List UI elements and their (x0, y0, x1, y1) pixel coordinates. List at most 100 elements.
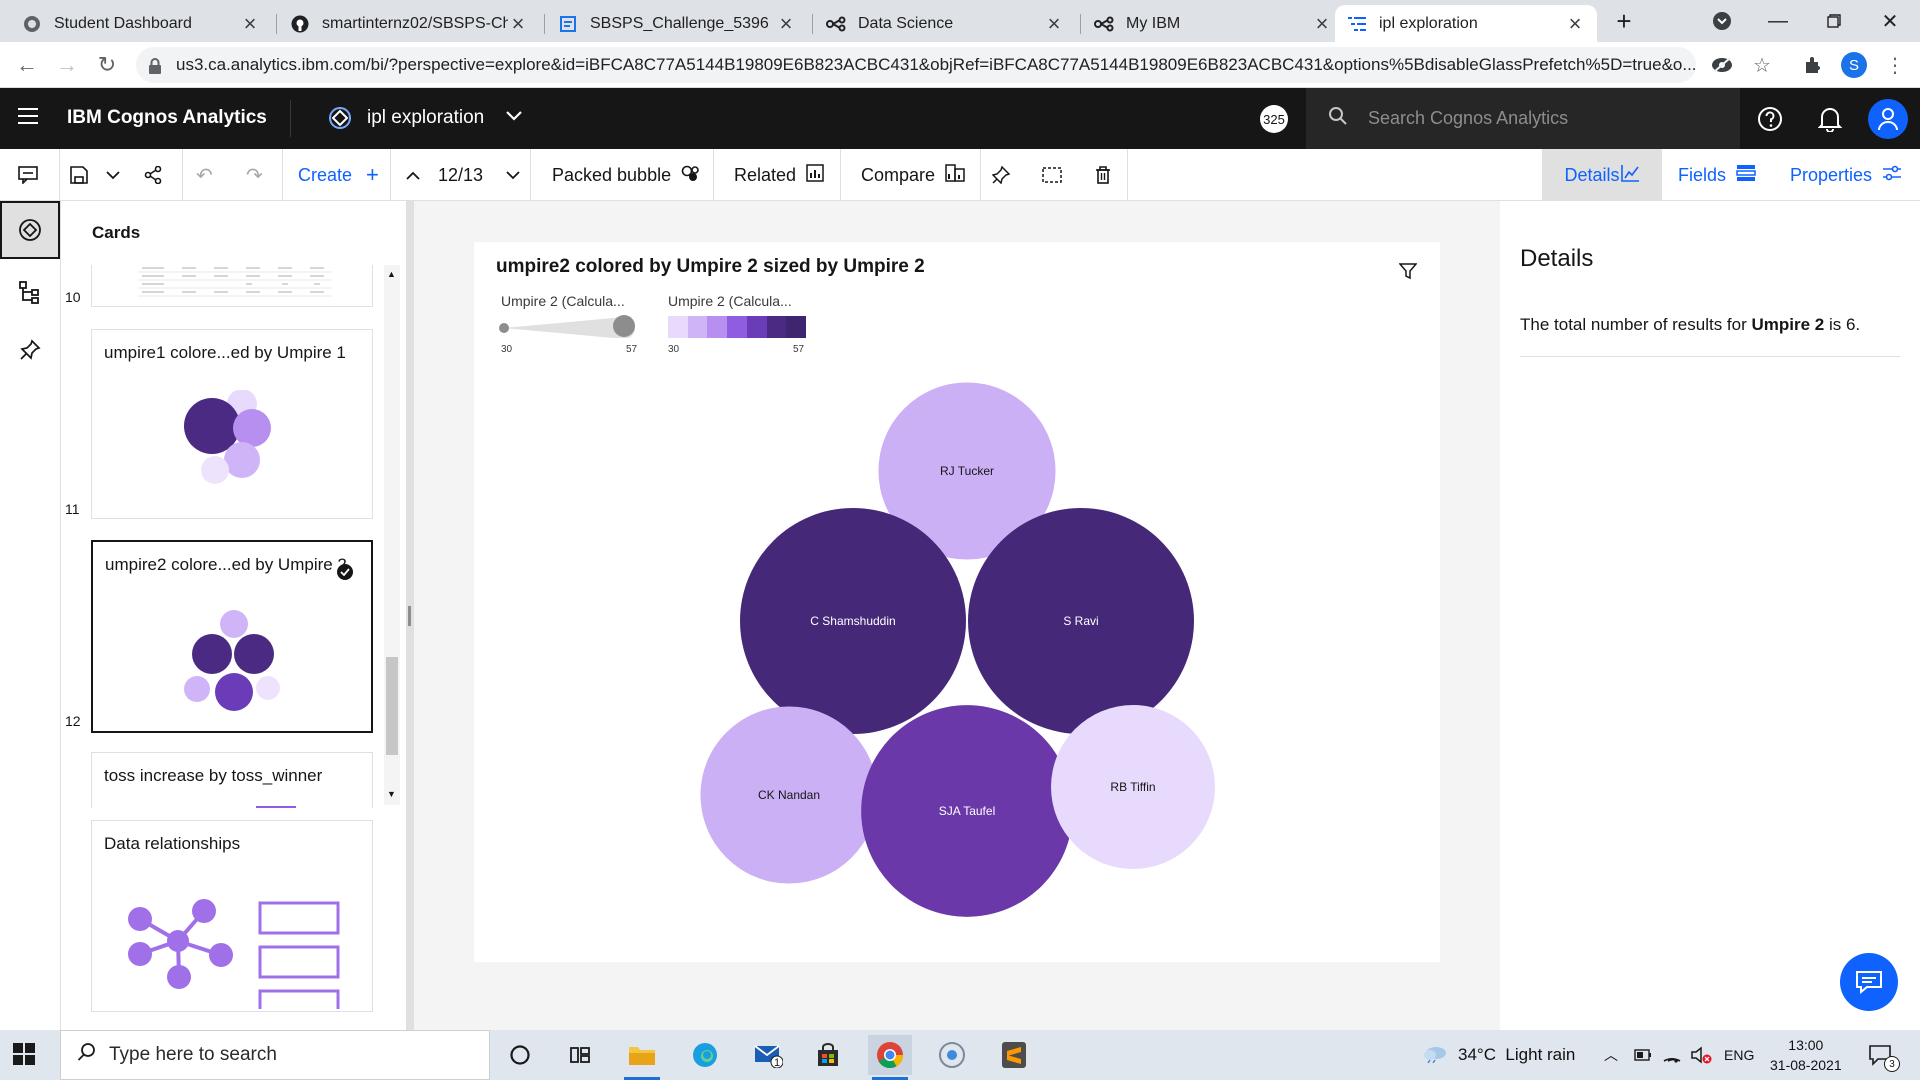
tab-search-icon[interactable] (1694, 0, 1750, 42)
task-view-icon[interactable] (558, 1035, 602, 1075)
close-window-icon[interactable]: ✕ (1862, 0, 1918, 42)
browser-tab[interactable]: Student Dashboard × (10, 5, 272, 42)
pin-icon[interactable] (0, 321, 60, 379)
document-icon (558, 14, 578, 34)
user-avatar-icon[interactable] (1868, 99, 1908, 139)
chevron-down-icon[interactable] (505, 106, 523, 127)
browser-tab[interactable]: Data Science × (814, 5, 1076, 42)
scroll-up-icon[interactable]: ▲ (387, 269, 396, 279)
notification-count-badge[interactable]: 325 (1260, 105, 1288, 133)
app-brand: IBM Cognos Analytics (67, 107, 267, 128)
visualization-card[interactable]: umpire2 colored by Umpire 2 sized by Ump… (474, 242, 1440, 962)
cortana-icon[interactable] (498, 1035, 542, 1075)
search-input[interactable] (1368, 108, 1708, 129)
cards-view-icon[interactable] (0, 201, 60, 259)
notifications-bell-icon[interactable] (1812, 101, 1848, 137)
mail-icon[interactable]: 1 (746, 1035, 790, 1075)
minimize-icon[interactable]: — (1750, 0, 1806, 42)
redo-icon[interactable]: ↷ (246, 149, 263, 201)
hierarchy-tree-icon[interactable] (0, 263, 60, 321)
tracking-off-icon[interactable] (1707, 50, 1737, 80)
close-tab-icon[interactable]: × (1312, 11, 1332, 37)
help-icon[interactable] (1752, 101, 1788, 137)
chevron-up-icon[interactable] (406, 149, 420, 201)
browser-tab-active[interactable]: ipl exploration × (1335, 5, 1597, 42)
pin-icon[interactable] (992, 149, 1010, 201)
language-indicator[interactable]: ENG (1724, 1030, 1754, 1080)
compare-button[interactable]: Compare (861, 149, 965, 201)
scrollbar-thumb[interactable] (386, 657, 398, 755)
close-tab-icon[interactable]: × (508, 11, 528, 37)
share-icon[interactable] (144, 149, 162, 201)
properties-tab-label: Properties (1790, 164, 1873, 185)
battery-icon[interactable] (1634, 1030, 1652, 1080)
related-button[interactable]: Related (734, 149, 824, 201)
create-button[interactable]: Create + (298, 149, 379, 201)
tab-properties[interactable]: Properties (1790, 149, 1902, 201)
chevron-down-icon[interactable] (106, 149, 120, 201)
data-relationships-card[interactable]: Data relationships (91, 820, 373, 1012)
browser-menu-icon[interactable]: ⋮ (1880, 50, 1910, 80)
edge-browser-icon[interactable] (683, 1035, 727, 1075)
bookmark-star-icon[interactable]: ☆ (1747, 50, 1777, 80)
chevron-down-icon[interactable] (506, 149, 520, 201)
action-center-icon[interactable]: 3 (1868, 1030, 1900, 1080)
card-thumbnail[interactable] (91, 265, 373, 307)
comment-icon[interactable] (18, 149, 38, 201)
browser-tab[interactable]: smartinternz02/SBSPS-Chall × (278, 5, 540, 42)
mail-badge: 1 (774, 1057, 781, 1069)
sliders-icon (1882, 164, 1902, 187)
visualization-type-button[interactable]: Packed bubble (552, 149, 701, 201)
global-search[interactable] (1306, 88, 1740, 149)
github-icon (290, 14, 310, 34)
tab-title: SBSPS_Challenge_5396 (590, 14, 769, 32)
tab-details[interactable]: Details (1542, 149, 1662, 201)
delete-icon[interactable] (1095, 149, 1111, 201)
clock[interactable]: 13:00 31-08-2021 (1770, 1030, 1842, 1080)
wifi-icon[interactable] (1662, 1030, 1682, 1080)
cards-scrollbar[interactable]: ▲ ▼ (384, 265, 400, 805)
back-icon[interactable]: ← (12, 50, 42, 80)
store-icon[interactable] (806, 1035, 850, 1075)
browser-tab[interactable]: My IBM × (1082, 5, 1344, 42)
chrome-icon[interactable] (868, 1035, 912, 1080)
scroll-down-icon[interactable]: ▼ (387, 789, 396, 799)
undo-icon[interactable]: ↶ (196, 149, 213, 201)
chat-support-button[interactable] (1840, 953, 1898, 1011)
new-tab-button[interactable]: + (1596, 0, 1652, 42)
taskbar-search[interactable]: Type here to search (60, 1030, 490, 1080)
select-area-icon[interactable] (1042, 149, 1062, 201)
extensions-icon[interactable] (1797, 50, 1827, 80)
close-tab-icon[interactable]: × (1044, 11, 1064, 37)
profile-avatar[interactable]: S (1839, 50, 1869, 80)
windows-start-icon[interactable] (12, 1042, 36, 1071)
details-panel: Details The total number of results for … (1500, 201, 1920, 1030)
card-thumbnail-selected[interactable]: umpire2 colore...ed by Umpire 2 (91, 540, 373, 733)
save-icon[interactable] (70, 149, 88, 201)
close-tab-icon[interactable]: × (240, 11, 260, 37)
reload-icon[interactable]: ↻ (92, 50, 122, 80)
url-text: us3.ca.analytics.ibm.com/bi/?perspective… (176, 55, 1696, 74)
tab-fields[interactable]: Fields (1678, 149, 1756, 201)
weather-widget[interactable]: 34°C Light rain (1422, 1030, 1575, 1080)
sublime-text-icon[interactable] (992, 1035, 1036, 1075)
card-thumbnail[interactable]: umpire1 colore...ed by Umpire 1 (91, 329, 373, 519)
details-text-prefix: The total number of results for (1520, 315, 1752, 334)
app-header: IBM Cognos Analytics ipl exploration 325 (0, 88, 1920, 149)
browser-tab[interactable]: SBSPS_Challenge_5396 × (546, 5, 808, 42)
exploration-name[interactable]: ipl exploration (367, 107, 484, 129)
hamburger-menu-icon[interactable] (18, 108, 38, 124)
card-thumbnail[interactable]: toss increase by toss_winner (91, 752, 373, 808)
close-tab-icon[interactable]: × (1565, 11, 1585, 37)
media-app-icon[interactable] (930, 1035, 974, 1075)
lock-icon[interactable] (148, 58, 162, 79)
url-field[interactable]: us3.ca.analytics.ibm.com/bi/?perspective… (136, 47, 1696, 83)
tray-overflow-icon[interactable]: ︿ (1604, 1030, 1618, 1080)
close-tab-icon[interactable]: × (776, 11, 796, 37)
restore-icon[interactable] (1806, 0, 1862, 42)
panel-resize-handle[interactable] (406, 201, 414, 1030)
forward-icon[interactable]: → (52, 50, 82, 80)
volume-muted-icon[interactable] (1690, 1030, 1712, 1080)
details-summary: The total number of results for Umpire 2… (1520, 315, 1860, 335)
file-explorer-icon[interactable] (620, 1035, 664, 1080)
